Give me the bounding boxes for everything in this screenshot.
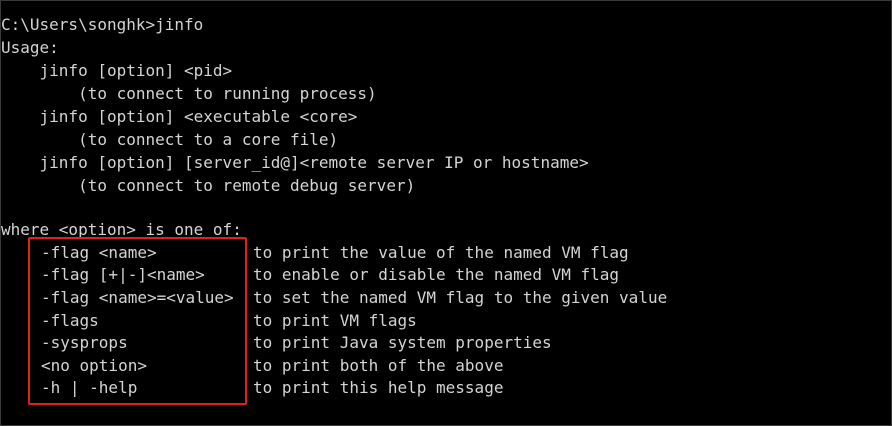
option-description: to enable or disable the named VM flag [253, 265, 620, 284]
option-description: to print Java system properties [253, 333, 552, 352]
option-description: to print VM flags [253, 311, 417, 330]
usage-remote-note: (to connect to remote debug server) [1, 176, 416, 195]
option-description: to print both of the above [253, 356, 504, 375]
option-description: to set the named VM flag to the given va… [253, 288, 668, 307]
console-window[interactable]: C:\Users\songhk>jinfo Usage: jinfo [opti… [0, 0, 892, 426]
option-description: to print this help message [253, 378, 504, 397]
command-prompt-line: C:\Users\songhk>jinfo [1, 15, 204, 34]
usage-core-syntax: jinfo [option] <executable <core> [1, 107, 358, 126]
options-highlight-box [28, 237, 247, 405]
usage-pid-syntax: jinfo [option] <pid> [1, 61, 233, 80]
usage-remote-syntax: jinfo [option] [server_id@]<remote serve… [1, 153, 589, 172]
option-description: to print the value of the named VM flag [253, 243, 629, 262]
usage-heading: Usage: [1, 38, 59, 57]
usage-pid-note: (to connect to running process) [1, 84, 377, 103]
usage-core-note: (to connect to a core file) [1, 130, 339, 149]
